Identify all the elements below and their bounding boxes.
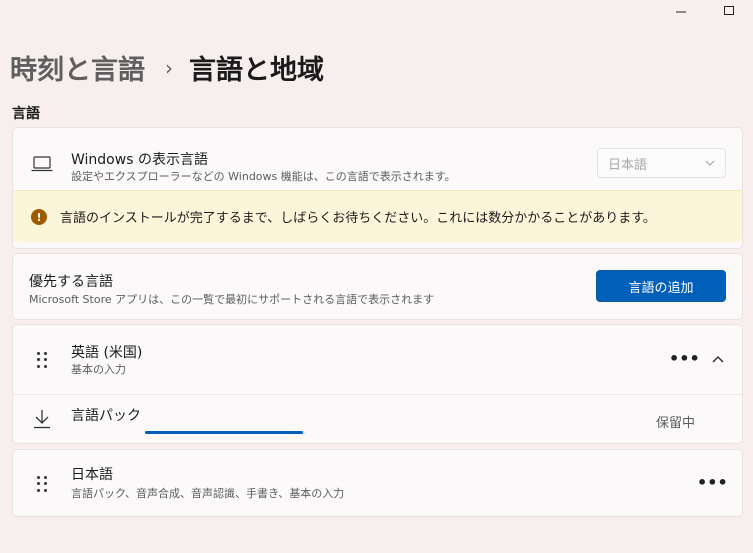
dropdown-value: 日本語 bbox=[608, 157, 648, 173]
language-name: 日本語 bbox=[71, 467, 113, 483]
language-pack-label: 言語パック bbox=[71, 408, 141, 424]
language-pack-status: 保留中 bbox=[656, 416, 696, 431]
display-language-card: Windows の表示言語 設定やエクスプローラーなどの Windows 機能は… bbox=[12, 127, 743, 249]
chevron-down-icon bbox=[705, 160, 715, 166]
language-item-japanese: 日本語 言語パック、音声合成、音声認識、手書き、基本の入力 ••• bbox=[12, 449, 743, 517]
exclamation-icon: ! bbox=[31, 209, 47, 225]
progress-fill bbox=[145, 431, 304, 434]
download-icon bbox=[34, 410, 50, 429]
language-detail: 言語パック、音声合成、音声認識、手書き、基本の入力 bbox=[71, 487, 345, 500]
page-title: 言語と地域 bbox=[189, 55, 324, 86]
add-language-button[interactable]: 言語の追加 bbox=[596, 270, 726, 302]
preferred-languages-subtitle: Microsoft Store アプリは、この一覧で最初にサポートされる言語で表… bbox=[29, 293, 435, 306]
chevron-up-icon[interactable] bbox=[712, 355, 724, 363]
install-warning-bar: ! 言語のインストールが完了するまで、しばらくお待ちください。これには数分かかる… bbox=[13, 190, 742, 242]
breadcrumb: 時刻と言語 › 言語と地域 bbox=[10, 48, 324, 87]
display-language-title: Windows の表示言語 bbox=[71, 152, 208, 168]
minimize-icon bbox=[676, 11, 686, 13]
window-controls bbox=[657, 0, 753, 20]
more-options-button[interactable]: ••• bbox=[669, 351, 700, 367]
language-name: 英語 (米国) bbox=[71, 345, 143, 361]
laptop-icon bbox=[31, 156, 53, 172]
maximize-icon bbox=[724, 6, 734, 15]
warning-text: 言語のインストールが完了するまで、しばらくお待ちください。これには数分かかること… bbox=[60, 211, 656, 226]
language-item-english: 英語 (米国) 基本の入力 ••• 言語パック 保留中 bbox=[12, 324, 743, 444]
section-title-language: 言語 bbox=[12, 106, 40, 122]
language-pack-progress bbox=[145, 431, 305, 434]
more-options-button[interactable]: ••• bbox=[697, 475, 728, 491]
minimize-button[interactable] bbox=[657, 0, 705, 20]
display-language-dropdown[interactable]: 日本語 bbox=[597, 148, 726, 178]
divider bbox=[13, 394, 742, 395]
breadcrumb-separator: › bbox=[165, 55, 173, 80]
breadcrumb-parent[interactable]: 時刻と言語 bbox=[10, 48, 145, 87]
drag-handle-icon[interactable] bbox=[37, 476, 47, 492]
language-detail: 基本の入力 bbox=[71, 363, 126, 376]
preferred-languages-card: 優先する言語 Microsoft Store アプリは、この一覧で最初にサポート… bbox=[12, 253, 743, 320]
display-language-subtitle: 設定やエクスプローラーなどの Windows 機能は、この言語で表示されます。 bbox=[71, 170, 456, 183]
preferred-languages-title: 優先する言語 bbox=[29, 274, 113, 290]
drag-handle-icon[interactable] bbox=[37, 352, 47, 368]
maximize-button[interactable] bbox=[705, 0, 753, 20]
